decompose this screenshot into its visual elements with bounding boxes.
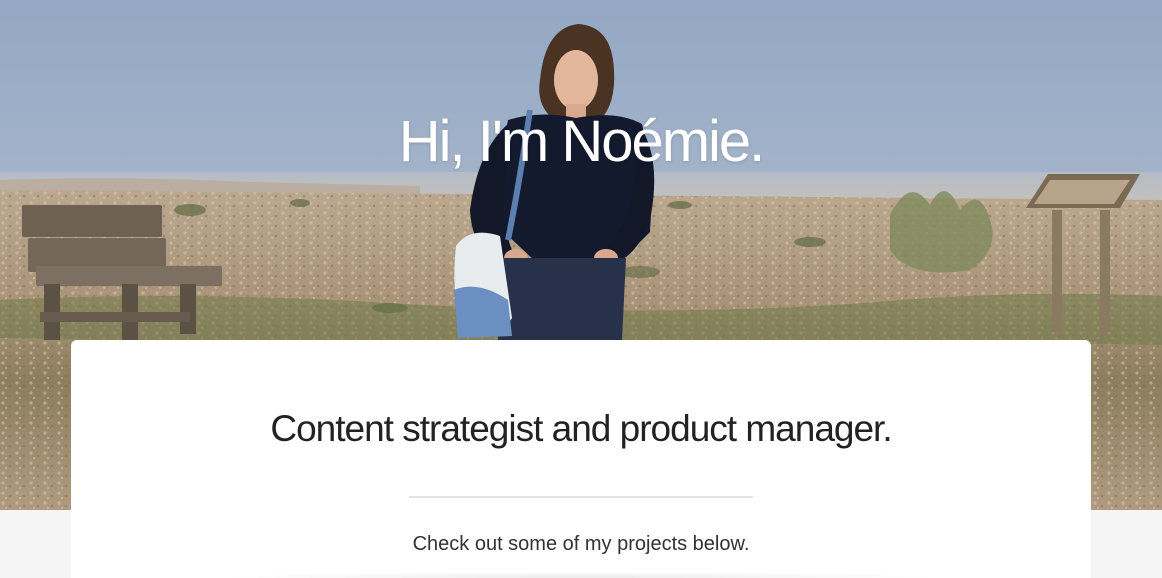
intro-headline: Content strategist and product manager. [270, 408, 892, 449]
projects-section-shadow [221, 572, 941, 578]
intro-card: Content strategist and product manager. … [71, 340, 1091, 578]
page: Hi, I'm Noémie. Content strategist and p… [0, 0, 1162, 578]
intro-subtext: Check out some of my projects below. [412, 533, 750, 555]
portrait-illustration [454, 24, 655, 340]
divider [409, 496, 753, 498]
hero-title: Hi, I'm Noémie. [398, 109, 766, 174]
